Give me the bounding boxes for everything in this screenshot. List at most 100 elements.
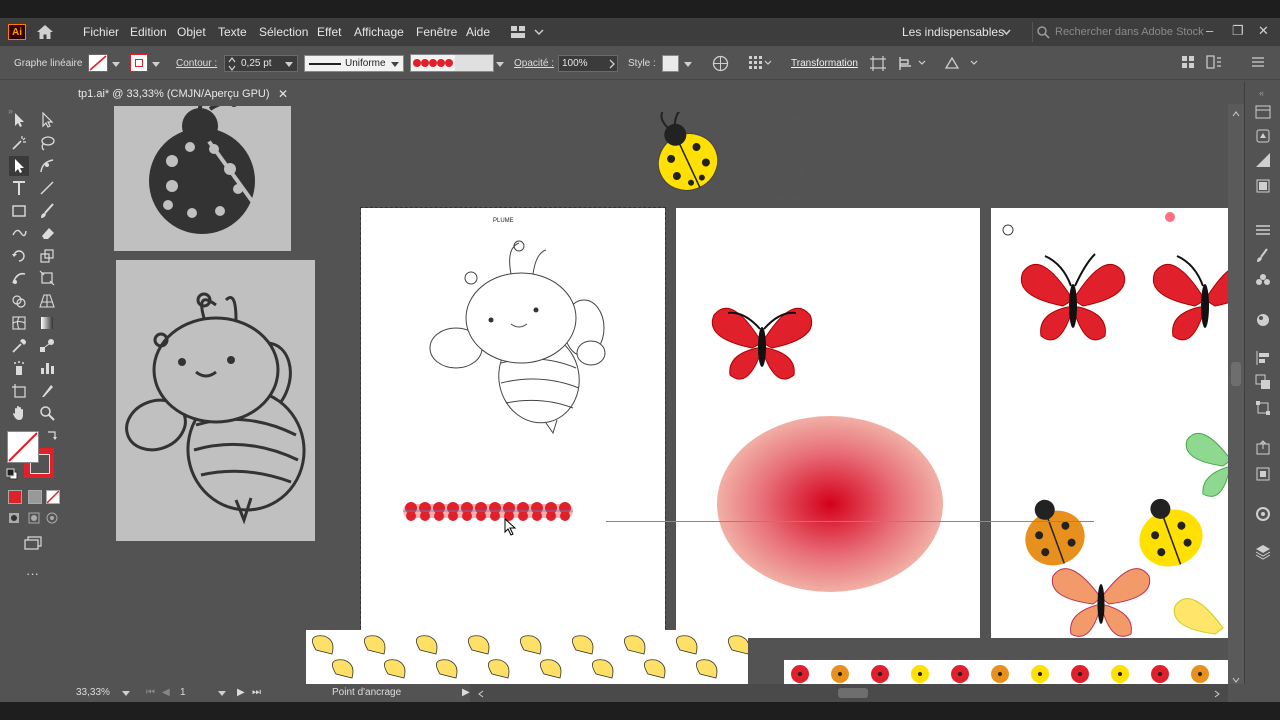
shape-builder-tool-icon[interactable] (9, 291, 29, 311)
canvas-area[interactable]: PLUME (66, 104, 1228, 684)
pathfinder-panel-icon[interactable] (1255, 374, 1271, 390)
menu-edition[interactable]: Edition (130, 25, 167, 39)
gradient-tool-icon[interactable] (37, 313, 57, 333)
menu-aide[interactable]: Aide (466, 25, 490, 39)
curvature-tool-icon[interactable] (37, 156, 57, 176)
chevron-right-icon[interactable] (609, 59, 615, 72)
shaper-tool-icon[interactable] (9, 223, 29, 243)
blend-tool-icon[interactable] (37, 336, 57, 356)
properties-panel-icon[interactable] (1255, 104, 1271, 120)
chevron-down-icon[interactable] (1002, 27, 1011, 39)
chevron-down-icon[interactable] (684, 62, 692, 67)
brushes-panel-icon[interactable] (1255, 248, 1271, 264)
graph-tool-icon[interactable] (37, 358, 57, 378)
magic-wand-tool-icon[interactable] (9, 133, 29, 153)
screen-mode-icon[interactable] (24, 536, 42, 553)
arrange-icon[interactable] (898, 56, 928, 74)
artboard-1[interactable]: PLUME (360, 207, 666, 639)
arrange-documents-icon[interactable] (1182, 56, 1194, 71)
free-transform-tool-icon[interactable] (37, 268, 57, 288)
reference-ladybug-image[interactable] (114, 104, 291, 251)
home-icon[interactable] (36, 24, 54, 40)
menu-objet[interactable]: Objet (177, 25, 206, 39)
lasso-tool-icon[interactable] (37, 133, 57, 153)
fill-swatch[interactable] (88, 54, 108, 72)
vertical-scrollbar[interactable] (1228, 104, 1244, 684)
swatches-panel-icon[interactable] (1255, 178, 1271, 194)
draw-normal-icon[interactable] (8, 512, 20, 527)
rectangle-tool-icon[interactable] (9, 201, 29, 221)
hand-tool-icon[interactable] (9, 403, 29, 423)
direct-selection-tool-icon[interactable] (37, 110, 57, 130)
chevron-down-icon[interactable] (218, 691, 226, 696)
scroll-right-icon[interactable] (1214, 689, 1220, 701)
artboard-2[interactable] (676, 208, 980, 638)
layers-panel-icon[interactable] (1255, 544, 1271, 560)
menu-fichier[interactable]: Fichier (83, 25, 119, 39)
scale-tool-icon[interactable] (37, 246, 57, 266)
scroll-down-icon[interactable] (1232, 674, 1240, 686)
symbol-sprayer-tool-icon[interactable] (9, 358, 29, 378)
status-menu-icon[interactable]: ▶ (462, 687, 470, 698)
ladybug-pattern-strip[interactable] (784, 660, 1228, 684)
first-artboard-icon[interactable]: ⏮ (146, 687, 155, 698)
stroke-panel-icon[interactable] (1255, 222, 1271, 238)
yellow-butterfly-pattern-strip[interactable] (306, 630, 748, 684)
swap-colors-icon[interactable] (46, 430, 58, 445)
draw-behind-icon[interactable] (28, 512, 40, 527)
libraries-panel-icon[interactable] (1255, 128, 1271, 144)
stroke-weight-field[interactable]: 0,25 pt (224, 55, 298, 72)
rotate-tool-icon[interactable] (9, 246, 29, 266)
menu-effet[interactable]: Effet (317, 25, 341, 39)
chevron-down-icon[interactable] (112, 62, 120, 67)
minimize-icon[interactable]: – (1206, 23, 1213, 38)
isolate-icon[interactable] (870, 56, 886, 74)
menu-affichage[interactable]: Affichage (354, 25, 404, 39)
last-artboard-icon[interactable]: ⏭ (252, 687, 261, 698)
brush-definition-dropdown[interactable] (410, 54, 494, 72)
eraser-tool-icon[interactable] (37, 223, 57, 243)
selection-tool-icon[interactable] (9, 110, 29, 130)
stock-search-input[interactable]: Rechercher dans Adobe Stock (1032, 22, 1204, 42)
opacity-field[interactable]: 100% (558, 55, 618, 72)
align-panel-icon[interactable] (1255, 350, 1271, 366)
color-mode-gradient[interactable] (28, 490, 42, 504)
artboard-tool-icon[interactable] (9, 381, 29, 401)
horizontal-scrollbar[interactable] (470, 684, 1228, 702)
vertical-scroll-thumb[interactable] (1231, 362, 1241, 386)
document-tab[interactable]: tp1.ai* @ 33,33% (CMJN/Aperçu GPU) ✕ (70, 82, 292, 106)
zoom-tool-icon[interactable] (37, 403, 57, 423)
graphic-style-swatch[interactable] (662, 55, 679, 72)
chevron-down-icon[interactable] (285, 62, 293, 67)
menu-selection[interactable]: Sélection (259, 25, 308, 39)
panel-menu-icon[interactable] (1252, 56, 1264, 71)
default-colors-icon[interactable] (6, 468, 18, 483)
stroke-profile-dropdown[interactable]: Uniforme (304, 55, 404, 72)
opacity-label[interactable]: Opacité : (514, 58, 554, 69)
chevron-down-icon[interactable] (391, 62, 399, 67)
direct-selection-tool-active-icon[interactable] (9, 156, 29, 176)
type-tool-icon[interactable] (9, 178, 29, 198)
slice-tool-icon[interactable] (37, 381, 57, 401)
stepper-icon[interactable] (228, 57, 236, 74)
close-tab-icon[interactable]: ✕ (278, 87, 288, 101)
line-tool-icon[interactable] (37, 178, 57, 198)
color-panel-icon[interactable] (1255, 152, 1271, 168)
workspace-switcher[interactable]: Les indispensables (902, 25, 1004, 39)
close-window-icon[interactable]: ✕ (1258, 23, 1269, 39)
panel-collapse-icon[interactable]: « (1259, 88, 1264, 98)
gradient-panel-icon[interactable] (1255, 506, 1271, 522)
symbols-panel-icon[interactable] (1255, 272, 1271, 288)
recolor-artwork-icon[interactable] (712, 55, 729, 75)
artboard-number[interactable]: 1 (180, 687, 186, 698)
horizontal-scroll-thumb[interactable] (838, 688, 868, 698)
perspective-tool-icon[interactable] (37, 291, 57, 311)
warp-tool-icon[interactable] (9, 268, 29, 288)
prev-artboard-icon[interactable]: ◀ (162, 687, 170, 698)
maximize-icon[interactable]: ❐ (1232, 23, 1244, 39)
path-options-icon[interactable] (944, 56, 978, 74)
chevron-down-icon[interactable] (152, 62, 160, 67)
color-mode-none[interactable] (46, 490, 60, 504)
eyedropper-tool-icon[interactable] (9, 336, 29, 356)
scroll-left-icon[interactable] (478, 689, 484, 701)
